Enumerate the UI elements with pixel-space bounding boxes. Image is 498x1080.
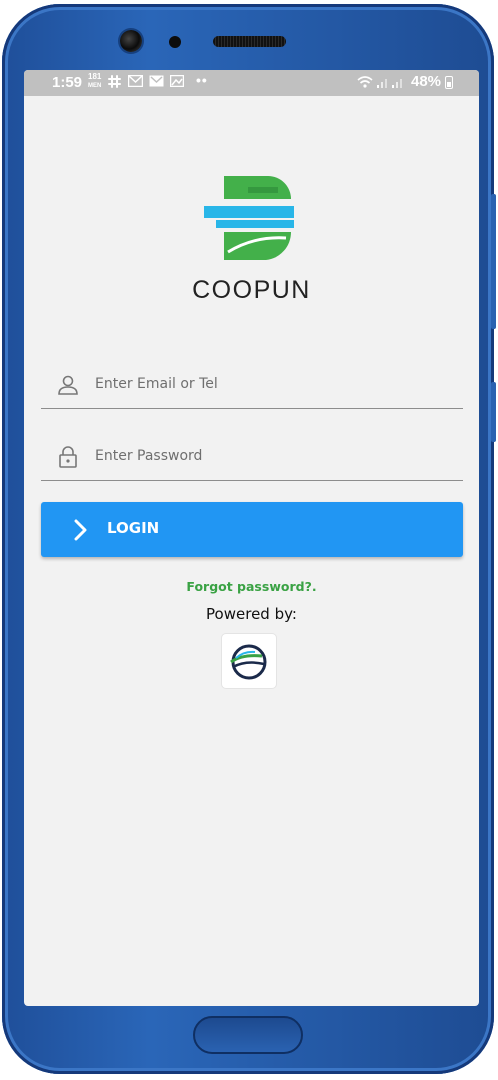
forgot-password-link[interactable]: Forgot password?.	[24, 579, 479, 594]
image-icon	[169, 74, 185, 90]
front-camera	[120, 30, 142, 52]
login-button-label: LOGIN	[107, 519, 160, 537]
screen: 1:59 181 MEN •• 48% COOPUN Enter Email o…	[24, 70, 479, 1006]
mail-icon	[127, 74, 144, 90]
email-input[interactable]	[93, 368, 447, 400]
battery-percentage: 48%	[411, 73, 442, 90]
powered-by-logo	[222, 634, 276, 688]
status-bar: 1:59 181 MEN •• 48%	[24, 70, 479, 96]
battery-icon	[445, 76, 453, 89]
password-field	[41, 432, 463, 481]
user-icon	[57, 374, 79, 396]
lock-icon	[57, 446, 79, 468]
status-time: 1:59	[52, 74, 83, 91]
phone-frame: 1:59 181 MEN •• 48% COOPUN Enter Email o…	[2, 4, 496, 1074]
email-field	[41, 360, 463, 409]
wifi-signal-icon	[357, 75, 407, 92]
login-button[interactable]: LOGIN	[41, 502, 463, 557]
brand-name: COOPUN	[192, 276, 311, 304]
status-notification-count: 181 MEN	[88, 72, 102, 90]
home-button[interactable]	[193, 1016, 303, 1054]
power-button	[491, 382, 496, 442]
password-input[interactable]	[93, 440, 447, 472]
chevron-right-icon	[73, 519, 87, 541]
gmail-icon	[149, 75, 164, 90]
proximity-sensor	[169, 36, 181, 48]
volume-button	[491, 194, 496, 329]
slack-icon	[108, 75, 121, 91]
powered-by-label: Powered by:	[206, 605, 297, 623]
earpiece-speaker	[213, 36, 286, 47]
more-notifications-icon: ••	[196, 72, 208, 88]
coopun-logo	[204, 176, 294, 260]
